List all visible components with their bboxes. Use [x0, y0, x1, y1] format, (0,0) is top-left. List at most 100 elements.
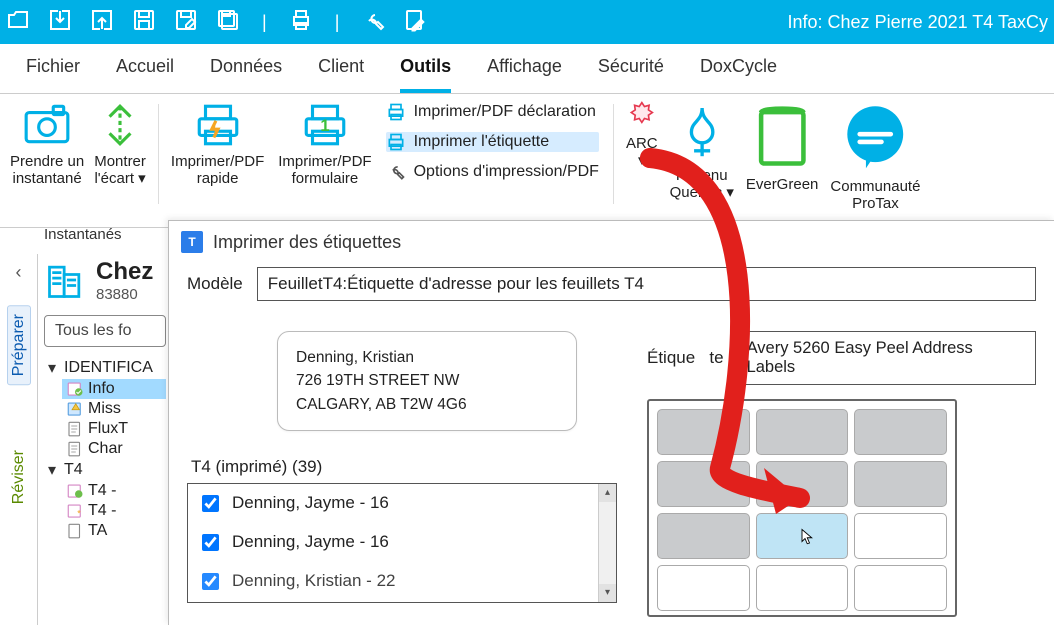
tree-identification[interactable]: ▾IDENTIFICA: [44, 357, 166, 379]
left-rail: ‹ Préparer Réviser: [0, 254, 38, 625]
separator: |: [331, 12, 344, 33]
tree-info[interactable]: Info: [62, 379, 166, 399]
menu-doxcycle[interactable]: DoxCycle: [700, 56, 777, 93]
org-sub: 83880: [96, 286, 153, 303]
list-item-label: Denning, Jayme - 16: [232, 532, 389, 552]
cursor-icon: [799, 528, 817, 550]
show-variance-button[interactable]: Montrer l'écart ▾: [94, 100, 146, 188]
org-header: Chez 83880: [44, 258, 166, 303]
label-slot[interactable]: [756, 409, 849, 455]
label-slot[interactable]: [657, 409, 750, 455]
print-icon[interactable]: [289, 8, 313, 36]
label-slot[interactable]: [657, 565, 750, 611]
addr-line1: Denning, Kristian: [296, 346, 558, 369]
tree-flux[interactable]: FluxT: [62, 419, 166, 439]
list-checkbox[interactable]: [202, 573, 219, 590]
side-panel: Chez 83880 Tous les fo ▾IDENTIFICA Info …: [38, 254, 168, 625]
save-icon[interactable]: [132, 8, 156, 36]
collapse-chevron-icon[interactable]: ‹: [16, 262, 22, 283]
recipients-list[interactable]: Denning, Jayme - 16 Denning, Jayme - 16 …: [187, 483, 617, 603]
open-icon[interactable]: [6, 8, 30, 36]
import-icon[interactable]: [48, 8, 72, 36]
dialog-title: Imprimer des étiquettes: [213, 232, 401, 253]
menu-donnees[interactable]: Données: [210, 56, 282, 93]
model-select[interactable]: FeuilletT4:Étiquette d'adresse pour les …: [257, 267, 1036, 301]
label-slot[interactable]: [854, 565, 947, 611]
titlebar: | | Info: Chez Pierre 2021 T4 TaxCy: [0, 0, 1054, 44]
list-item-label: Denning, Kristian - 22: [232, 571, 395, 591]
menu-outils[interactable]: Outils: [400, 56, 451, 93]
dialog-app-icon: T: [181, 231, 203, 253]
ribbon-evergreen-button[interactable]: EverGreen: [740, 100, 825, 212]
wrench-icon[interactable]: [361, 8, 385, 36]
tree-char[interactable]: Char: [62, 439, 166, 459]
tree-t4-c[interactable]: TA: [62, 521, 166, 541]
tree-miss[interactable]: Miss: [62, 399, 166, 419]
print-form-button[interactable]: 1 Imprimer/PDF formulaire: [278, 100, 371, 188]
print-quick-button[interactable]: Imprimer/PDF rapide: [171, 100, 264, 188]
forms-search-input[interactable]: Tous les fo: [44, 315, 166, 347]
export-icon[interactable]: [90, 8, 114, 36]
window-title: Info: Chez Pierre 2021 T4 TaxCy: [788, 12, 1048, 33]
list-caption: T4 (imprimé) (39): [191, 457, 617, 477]
label-sheet-preview[interactable]: [647, 399, 957, 617]
print-options-label: Options d'impression/PDF: [414, 163, 599, 181]
list-checkbox[interactable]: [202, 534, 219, 551]
ribbon-arc-label: ARC ▾: [626, 135, 658, 170]
list-item[interactable]: Denning, Kristian - 22: [188, 562, 616, 601]
print-return-label: Imprimer/PDF déclaration: [414, 103, 596, 121]
menu-affichage[interactable]: Affichage: [487, 56, 562, 93]
label-slot[interactable]: [756, 461, 849, 507]
ribbon-snapshot-group: Prendre un instantané Montrer l'écart ▾: [4, 100, 152, 212]
model-label: Modèle: [187, 274, 243, 294]
save-as-icon[interactable]: [174, 8, 198, 36]
label-slot[interactable]: [854, 409, 947, 455]
tree-t4[interactable]: ▾T4: [44, 459, 166, 481]
list-item-label: Denning, Jayme - 16: [232, 493, 389, 513]
menu-client[interactable]: Client: [318, 56, 364, 93]
snapshot-button[interactable]: Prendre un instantané: [10, 100, 84, 188]
ribbon-tools-column: Imprimer/PDF déclaration Imprimer l'étiq…: [378, 100, 607, 184]
menu-securite[interactable]: Sécurité: [598, 56, 664, 93]
print-return-button[interactable]: Imprimer/PDF déclaration: [386, 102, 599, 122]
tree-t4-a[interactable]: T4 -: [62, 481, 166, 501]
addr-line3: CALGARY, AB T2W 4G6: [296, 393, 558, 416]
menubar: Fichier Accueil Données Client Outils Af…: [0, 44, 1054, 94]
scrollbar[interactable]: ▴▾: [598, 484, 616, 602]
label-slot[interactable]: [854, 461, 947, 507]
separator: |: [258, 12, 271, 33]
label-stock-select[interactable]: Avery 5260 Easy Peel Address Labels: [736, 331, 1036, 385]
print-label-label: Imprimer l'étiquette: [414, 133, 550, 151]
ribbon-rq-button[interactable]: Revenu Québec ▾: [664, 100, 740, 212]
label-slot[interactable]: [657, 461, 750, 507]
ribbon-separator: [613, 104, 614, 204]
menu-accueil[interactable]: Accueil: [116, 56, 174, 93]
ribbon-print-group: Imprimer/PDF rapide 1 Imprimer/PDF formu…: [165, 100, 378, 212]
ribbon-community-button[interactable]: Communauté ProTax: [824, 100, 926, 212]
show-variance-label: Montrer l'écart ▾: [94, 153, 146, 188]
svg-text:*: *: [77, 508, 81, 518]
print-label-button[interactable]: Imprimer l'étiquette: [386, 132, 599, 152]
snapshot-label: Prendre un instantané: [10, 153, 84, 188]
ribbon-community-label: Communauté ProTax: [830, 178, 920, 213]
list-item[interactable]: Denning, Jayme - 16: [188, 523, 616, 562]
list-item[interactable]: Denning, Jayme - 16: [188, 484, 616, 523]
label-slot-start[interactable]: [756, 513, 849, 559]
label-slot[interactable]: [756, 565, 849, 611]
tab-reviser[interactable]: Réviser: [8, 446, 30, 508]
edit-icon[interactable]: [403, 8, 427, 36]
dialog-titlebar: T Imprimer des étiquettes: [169, 221, 1054, 263]
ribbon-separator: [158, 104, 159, 204]
label-slot[interactable]: [657, 513, 750, 559]
label-slot[interactable]: [854, 513, 947, 559]
addr-line2: 726 19TH STREET NW: [296, 369, 558, 392]
save-all-icon[interactable]: [216, 8, 240, 36]
tab-preparer[interactable]: Préparer: [7, 305, 31, 385]
print-options-button[interactable]: Options d'impression/PDF: [386, 162, 599, 182]
menu-fichier[interactable]: Fichier: [26, 56, 80, 93]
ribbon-arc-button[interactable]: ARC ▾: [620, 100, 664, 212]
form-tree: ▾IDENTIFICA Info Miss FluxT Char: [44, 357, 166, 541]
list-checkbox[interactable]: [202, 495, 219, 512]
label-stock-row: Étique te Avery 5260 Easy Peel Address L…: [647, 331, 1036, 385]
tree-t4-b[interactable]: * T4 -: [62, 501, 166, 521]
